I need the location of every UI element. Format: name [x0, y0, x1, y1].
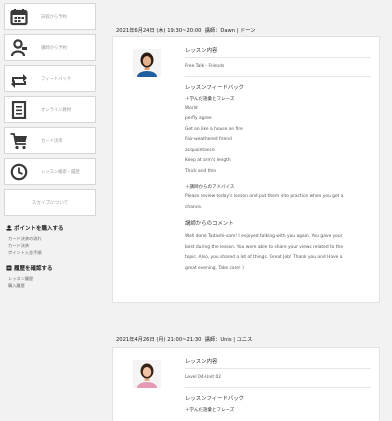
phrase-item: Fair-weathered friend — [185, 137, 232, 142]
phrase-item: Keep at arm's length — [185, 158, 231, 163]
nav-label: オンライン教材 — [41, 107, 72, 113]
nav-about-skype[interactable]: スカイプについて — [4, 189, 96, 216]
nav-lesson-history[interactable]: レッスン検索・履歴 — [4, 158, 96, 185]
comment-text: great evening. Take care! ) — [185, 265, 244, 271]
phrase-item: perfly agree — [185, 116, 212, 121]
nav-label: 日程から予約 — [41, 14, 67, 20]
square-icon — [6, 265, 12, 271]
lesson-header: 2021年4月26日 (月) 21:00~21:30 講師：Unis | ユニス — [116, 337, 253, 343]
nav-card-payment[interactable]: カード決済 — [4, 127, 96, 154]
lesson-card: レッスン内容 Level 04-Unit 02 レッスンフィードバック ＋学んだ… — [112, 347, 380, 421]
teacher-avatar[interactable] — [133, 360, 161, 388]
advice-title: ＋講師からのアドバイス — [185, 185, 235, 190]
comment-text: Well done Tadashi-sam! I enjoyed talking… — [185, 234, 343, 239]
divider — [185, 57, 371, 58]
nav-label: フィードバック — [41, 76, 71, 82]
comment-text: best during the lesson. You were able to… — [185, 244, 344, 250]
nav-label: スカイプについて — [31, 200, 69, 206]
content-title: レッスン内容 — [185, 48, 218, 54]
phrase-item: Get on like a house on fire — [185, 126, 243, 132]
lesson-content: レッスン内容 Level 04-Unit 02 レッスンフィードバック ＋学んだ… — [185, 356, 371, 415]
teacher-icon — [9, 38, 29, 58]
lesson-content: レッスン内容 Free Talk - Friends レッスンフィードバック ＋… — [185, 45, 371, 274]
points-heading: ポイントを購入する — [6, 224, 100, 232]
nav-label: カード決済 — [41, 138, 63, 144]
points-section: ポイントを購入する カード決済の流れ カード決済 ポイント入金手順 — [4, 224, 100, 256]
lesson-list: 2021年6月24日 (木) 19:30~20:00 講師：Dawn | ドーン… — [112, 0, 384, 421]
shopping-cart-icon — [9, 131, 29, 151]
content-text: Level 04-Unit 02 — [185, 375, 222, 380]
nav-schedule-booking[interactable]: 日程から予約 — [4, 3, 96, 30]
comment-title: 講師からのコメント — [185, 221, 234, 227]
sidebar: 日程から予約 講師から予約 フィードバック オンライン教材 カード決済 レッスン… — [0, 0, 100, 421]
points-link[interactable]: カード決済の流れ — [6, 235, 100, 242]
document-icon — [9, 100, 29, 120]
nav-label: レッスン検索・履歴 — [41, 169, 80, 175]
calendar-icon — [9, 7, 29, 27]
feedback-title: レッスンフィードバック — [185, 395, 245, 402]
exchange-arrows-icon — [9, 69, 29, 89]
history-link[interactable]: 購入履歴 — [6, 282, 100, 289]
history-link[interactable]: レッスン履歴 — [6, 275, 100, 282]
lesson-header: 2021年6月24日 (木) 19:30~20:00 講師：Dawn | ドーン — [116, 28, 256, 34]
phrase-item: World — [185, 105, 198, 111]
teacher-avatar[interactable] — [133, 49, 161, 77]
advice-text: Please review today's lesson and put the… — [185, 194, 344, 199]
phrases-title: ＋学んだ語彙とフレーズ — [185, 407, 235, 413]
comment-text: topic. Also, you shared a lot of things.… — [185, 255, 343, 260]
nav-label: 講師から予約 — [41, 45, 67, 51]
phrase-item: acquaintance — [185, 147, 215, 153]
hand-coin-icon — [6, 225, 12, 231]
divider — [185, 386, 371, 388]
points-link[interactable]: ポイント入金手順 — [6, 249, 100, 256]
nav-online-materials[interactable]: オンライン教材 — [4, 96, 96, 123]
feedback-title: レッスンフィードバック — [185, 84, 245, 91]
divider — [185, 75, 371, 77]
lesson-card: レッスン内容 Free Talk - Friends レッスンフィードバック ＋… — [112, 36, 380, 303]
phrases-title: ＋学んだ語彙とフレーズ — [185, 96, 235, 102]
history-heading: 履歴を確認する — [6, 264, 100, 272]
points-link[interactable]: カード決済 — [6, 242, 100, 249]
clock-icon — [9, 162, 29, 182]
history-section: 履歴を確認する レッスン履歴 購入履歴 — [4, 264, 100, 289]
nav-teacher-booking[interactable]: 講師から予約 — [4, 34, 96, 61]
nav-feedback[interactable]: フィードバック — [4, 65, 96, 92]
phrase-item: Thick and thin — [185, 168, 217, 174]
content-text: Free Talk - Friends — [185, 64, 225, 69]
advice-text: chance. — [185, 204, 203, 210]
divider — [185, 368, 371, 369]
content-title: レッスン内容 — [185, 359, 218, 365]
